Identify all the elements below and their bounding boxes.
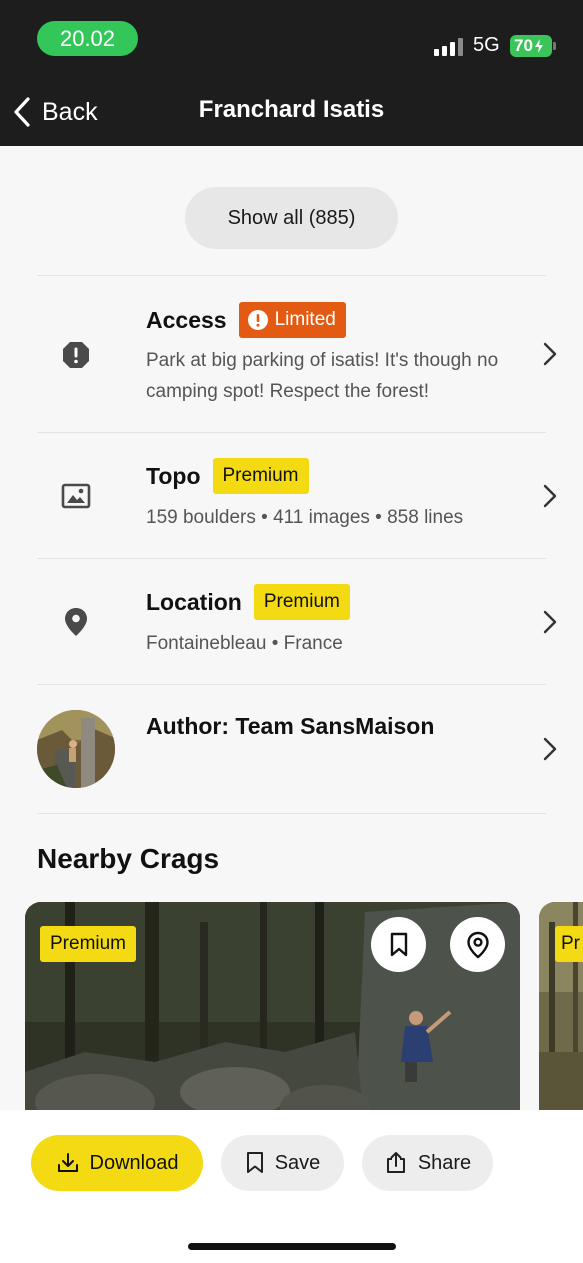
access-row[interactable]: Access Limited Park at big parking of is… xyxy=(0,276,583,432)
page-title: Franchard Isatis xyxy=(198,96,385,123)
location-description: Fontainebleau • France xyxy=(146,633,343,654)
author-avatar[interactable] xyxy=(37,710,115,788)
download-label: Download xyxy=(89,1151,179,1174)
location-header: Location Premium xyxy=(146,584,350,620)
alert-octagon-icon xyxy=(61,340,91,370)
chevron-right-icon xyxy=(543,484,557,508)
topo-premium-badge: Premium xyxy=(212,458,309,494)
share-icon xyxy=(386,1152,405,1173)
author-title: Author: Team SansMaison xyxy=(146,713,435,739)
bookmark-button[interactable] xyxy=(371,917,426,972)
chevron-right-icon xyxy=(543,737,557,761)
crag-premium-badge: Pr xyxy=(555,926,583,962)
alert-circle-icon xyxy=(247,310,268,330)
share-label: Share xyxy=(417,1151,472,1174)
chevron-right-icon xyxy=(543,610,557,634)
access-title: Access xyxy=(146,306,227,333)
crag-premium-badge: Premium xyxy=(40,926,137,962)
author-header: Author: Team SansMaison xyxy=(146,713,434,740)
battery-level: 70 xyxy=(514,36,533,55)
topo-title: Topo xyxy=(146,462,201,489)
battery-icon: 70 xyxy=(510,35,556,57)
access-description: Park at big parking of isatis! It's thou… xyxy=(146,350,499,402)
topo-description: 159 boulders • 411 images • 858 lines xyxy=(146,507,464,528)
map-pin-outline-icon xyxy=(466,931,489,959)
map-button[interactable] xyxy=(450,917,505,972)
divider xyxy=(37,813,546,814)
show-all-button[interactable]: Show all (885) xyxy=(185,187,398,249)
download-button[interactable]: Download xyxy=(31,1135,203,1191)
status-time: 20.02 xyxy=(37,21,138,56)
bookmark-icon xyxy=(246,1152,263,1173)
location-title: Location xyxy=(146,588,242,615)
image-icon xyxy=(61,481,91,511)
network-label: 5G xyxy=(473,34,500,56)
download-icon xyxy=(57,1153,78,1172)
chevron-right-icon xyxy=(543,342,557,366)
access-badge-label: Limited xyxy=(274,309,336,330)
signal-icon xyxy=(434,38,463,56)
location-row[interactable]: Location Premium Fontainebleau • France xyxy=(0,559,583,684)
nearby-crags-title: Nearby Crags xyxy=(37,843,220,874)
topo-row[interactable]: Topo Premium 159 boulders • 411 images •… xyxy=(0,433,583,558)
top-bar: 20.02 5G 70 Back Franchard Isatis xyxy=(0,0,583,146)
access-header: Access Limited xyxy=(146,302,346,338)
share-button[interactable]: Share xyxy=(362,1135,493,1191)
bookmark-icon xyxy=(390,932,407,956)
topo-header: Topo Premium xyxy=(146,458,309,494)
save-label: Save xyxy=(274,1151,321,1174)
save-button[interactable]: Save xyxy=(221,1135,344,1191)
location-premium-badge: Premium xyxy=(253,584,350,620)
map-pin-icon xyxy=(61,607,91,637)
access-status-badge: Limited xyxy=(238,302,346,338)
home-indicator xyxy=(188,1243,396,1250)
